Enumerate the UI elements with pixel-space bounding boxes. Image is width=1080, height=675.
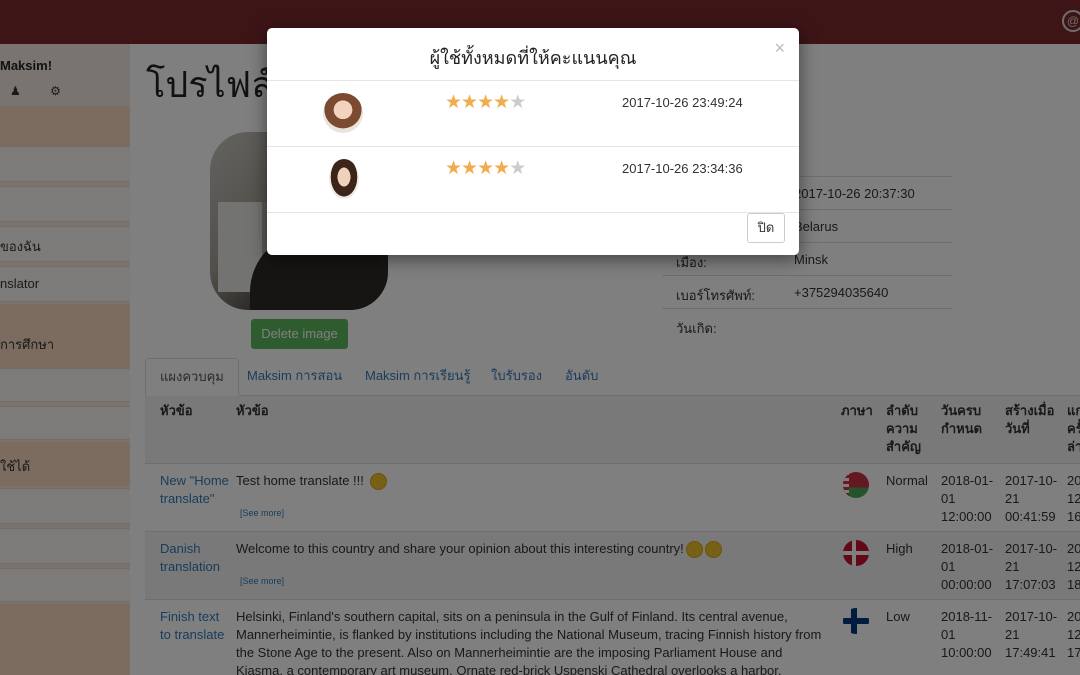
rating-row: ★★★★★ 2017-10-26 23:49:24 <box>267 81 799 147</box>
star-empty-icon: ★ <box>509 92 526 113</box>
star-filled-icon: ★ <box>477 92 494 113</box>
modal-title: ผู้ใช้ทั้งหมดที่ให้คะแนนคุณ <box>429 48 637 69</box>
rating-stars: ★★★★★ <box>445 91 526 114</box>
modal-footer: ปิด <box>267 213 799 255</box>
star-filled-icon: ★ <box>461 92 478 113</box>
close-button[interactable]: ปิด <box>747 213 785 243</box>
rating-date: 2017-10-26 23:49:24 <box>622 95 743 110</box>
star-filled-icon: ★ <box>493 158 510 179</box>
star-filled-icon: ★ <box>445 92 462 113</box>
ratings-modal: ผู้ใช้ทั้งหมดที่ให้คะแนนคุณ × ★★★★★ 2017… <box>267 28 799 255</box>
star-empty-icon: ★ <box>509 158 526 179</box>
rating-stars: ★★★★★ <box>445 157 526 180</box>
rater-avatar <box>329 159 359 199</box>
star-filled-icon: ★ <box>461 158 478 179</box>
star-filled-icon: ★ <box>493 92 510 113</box>
rating-row: ★★★★★ 2017-10-26 23:34:36 <box>267 147 799 213</box>
star-filled-icon: ★ <box>445 158 462 179</box>
modal-header: ผู้ใช้ทั้งหมดที่ให้คะแนนคุณ × <box>267 28 799 81</box>
rater-avatar <box>323 93 363 133</box>
rating-date: 2017-10-26 23:34:36 <box>622 161 743 176</box>
close-icon[interactable]: × <box>774 38 785 59</box>
star-filled-icon: ★ <box>477 158 494 179</box>
